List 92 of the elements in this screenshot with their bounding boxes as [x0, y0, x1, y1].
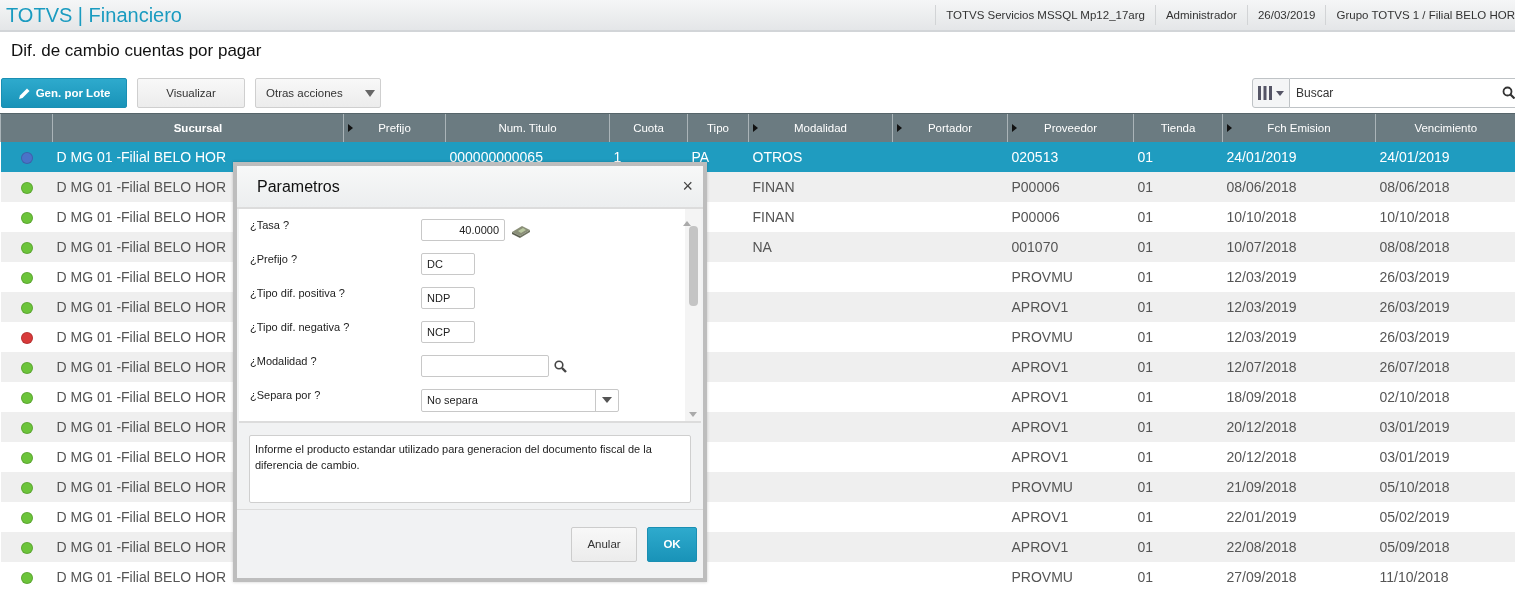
table-cell: 08/06/2018	[1222, 172, 1376, 202]
table-cell: 10/10/2018	[1222, 202, 1376, 232]
table-cell: 10/10/2018	[1375, 202, 1515, 232]
table-cell: 26/07/2018	[1375, 352, 1515, 382]
table-cell: 20/12/2018	[1222, 442, 1376, 472]
table-cell: 020513	[1007, 142, 1134, 172]
column-header[interactable]: Portador	[892, 113, 1008, 142]
column-header[interactable]: Sucursal	[52, 113, 344, 142]
input-field[interactable]: 40.0000	[421, 219, 505, 241]
table-cell: 24/01/2019	[1375, 142, 1515, 172]
column-header[interactable]: Tienda	[1133, 113, 1223, 142]
session-info: Grupo TOTVS 1 / Filial BELO HOR	[1325, 5, 1515, 25]
column-header[interactable]: Proveedor	[1007, 113, 1134, 142]
table-cell: 18/09/2018	[1222, 382, 1376, 412]
column-header[interactable]: Modalidad	[748, 113, 893, 142]
column-header[interactable]: Fch Emision	[1222, 113, 1376, 142]
table-cell: 01	[1133, 232, 1223, 262]
table-cell: PROVMU	[1007, 472, 1134, 502]
table-cell: 12/07/2018	[1222, 352, 1376, 382]
table-cell: 10/07/2018	[1222, 232, 1376, 262]
table-cell: 02/10/2018	[1375, 382, 1515, 412]
toolbar-button[interactable]: Visualizar	[137, 78, 245, 108]
field-label: ¿Separa por ?	[250, 388, 322, 403]
table-cell: 22/01/2019	[1222, 502, 1376, 532]
select-field[interactable]: No separa	[421, 388, 619, 412]
table-cell: 21/09/2018	[1222, 472, 1376, 502]
table-cell: PROVMU	[1007, 262, 1134, 292]
column-header[interactable]: Vencimiento	[1375, 113, 1515, 142]
table-cell: 12/03/2019	[1222, 262, 1376, 292]
table-cell: APROV1	[1007, 382, 1134, 412]
session-info: TOTVS Servicios MSSQL Mp12_17arg	[935, 5, 1155, 25]
column-header[interactable]: Tipo	[687, 113, 749, 142]
table-cell: FINAN	[748, 172, 893, 202]
table-cell: PROVMU	[1007, 322, 1134, 352]
dialog-button[interactable]: Anular	[571, 526, 637, 562]
table-cell: 05/10/2018	[1375, 472, 1515, 502]
actions-dropdown[interactable]: Otras acciones	[255, 78, 381, 108]
table-cell: 01	[1133, 262, 1223, 292]
column-header[interactable]: Cuota	[609, 113, 688, 142]
input-field[interactable]: NCP	[421, 321, 475, 343]
table-cell: 01	[1133, 172, 1223, 202]
table-cell: OTROS	[748, 142, 893, 172]
session-info: 26/03/2019	[1246, 5, 1326, 25]
table-cell: 01	[1133, 502, 1223, 532]
table-cell: 12/03/2019	[1222, 322, 1376, 352]
page-title: Dif. de cambio cuentas por pagar	[11, 41, 263, 61]
table-cell: APROV1	[1007, 532, 1134, 562]
field-label: ¿Tasa ?	[250, 218, 291, 233]
session-info: Administrador	[1154, 5, 1247, 25]
table-cell: 08/06/2018	[1375, 172, 1515, 202]
app-title: TOTVS | Financiero	[5, 3, 183, 27]
field-label: ¿Modalidad ?	[250, 354, 318, 369]
table-cell: 03/01/2019	[1375, 412, 1515, 442]
table-cell: 26/03/2019	[1375, 292, 1515, 322]
table-cell: 01	[1133, 322, 1223, 352]
table-cell: 001070	[1007, 232, 1134, 262]
table-cell: 26/03/2019	[1375, 322, 1515, 352]
table-cell: 01	[1133, 292, 1223, 322]
dialog-title: Parametros	[257, 177, 340, 196]
table-cell: NA	[748, 232, 893, 262]
table-cell: APROV1	[1007, 412, 1134, 442]
table-cell: 08/08/2018	[1375, 232, 1515, 262]
table-cell: 01	[1133, 412, 1223, 442]
table-cell: 26/03/2019	[1375, 262, 1515, 292]
help-text: Informe el producto estandar utilizado para generacion del documento fiscal de la diferencia de cambio.	[249, 435, 691, 503]
table-cell: P00006	[1007, 202, 1134, 232]
table-cell: 01	[1133, 442, 1223, 472]
table-cell: FINAN	[748, 202, 893, 232]
table-cell: 20/12/2018	[1222, 412, 1376, 442]
table-cell: 22/08/2018	[1222, 532, 1376, 562]
table-cell: APROV1	[1007, 502, 1134, 532]
table-cell: 05/09/2018	[1375, 532, 1515, 562]
column-header[interactable]: Num. Titulo	[445, 113, 610, 142]
table-cell: 01	[1133, 202, 1223, 232]
table-cell: 12/03/2019	[1222, 292, 1376, 322]
table-cell: APROV1	[1007, 352, 1134, 382]
column-header[interactable]: Prefijo	[343, 113, 446, 142]
close-button[interactable]: ×	[682, 176, 693, 197]
table-cell: 24/01/2019	[1222, 142, 1376, 172]
table-cell: 01	[1133, 532, 1223, 562]
table-cell: APROV1	[1007, 442, 1134, 472]
table-cell: 01	[1133, 472, 1223, 502]
table-cell: APROV1	[1007, 292, 1134, 322]
table-cell: 01	[1133, 142, 1223, 172]
table-cell: 01	[1133, 352, 1223, 382]
table-cell: P00006	[1007, 172, 1134, 202]
input-field[interactable]: NDP	[421, 287, 475, 309]
table-cell: 03/01/2019	[1375, 442, 1515, 472]
table-cell: 01	[1133, 382, 1223, 412]
input-field[interactable]: DC	[421, 253, 475, 275]
table-cell: 05/02/2019	[1375, 502, 1515, 532]
search-field[interactable]: Buscar	[1290, 78, 1515, 108]
